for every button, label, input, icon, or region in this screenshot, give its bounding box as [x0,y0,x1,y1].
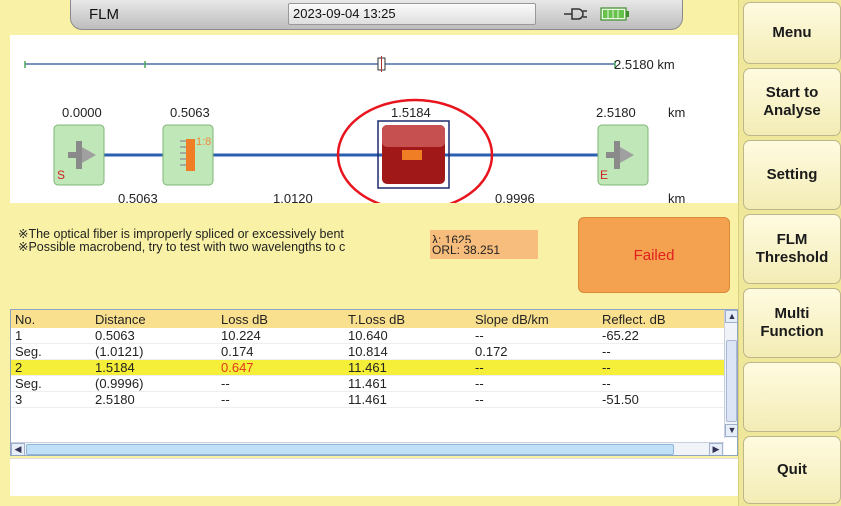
position-label: 0.5063 [170,105,210,120]
table-cell: -- [471,375,598,392]
start-marker: S [57,168,65,182]
table-cell: 11.461 [344,391,471,408]
column-header[interactable]: T.Loss dB [344,310,471,328]
column-header[interactable]: Distance [91,310,217,328]
table-cell: -65.22 [598,328,724,344]
table-cell: -- [598,359,724,376]
table-cell: -- [471,328,598,344]
column-header[interactable]: Loss dB [217,310,344,328]
table-cell: 3 [11,391,91,408]
table-cell: 0.5063 [91,328,217,344]
segment-label: 0.9996 [495,191,535,206]
plug-icon [564,8,587,20]
table-cell: 1 [11,328,91,344]
table-cell-fault-loss: 0.647 [217,359,344,376]
table-cell: Seg. [11,343,91,360]
quit-button[interactable]: Quit [743,436,841,504]
table-cell: 11.461 [344,375,471,392]
side-menu: Menu Start to Analyse Setting FLM Thresh… [738,0,841,506]
table-cell: -- [471,359,598,376]
table-row-selected[interactable]: 2 1.5184 0.647 11.461 -- -- [11,359,724,376]
event-table-grid: No. Distance Loss dB T.Loss dB Slope dB/… [11,310,724,408]
end-marker: E [600,168,608,182]
orl-label: ORL: 38.251 [430,243,538,259]
table-cell: -- [598,343,724,360]
table-cell: Seg. [11,375,91,392]
table-cell: -51.50 [598,391,724,408]
table-cell: 2.5180 [91,391,217,408]
table-cell: 10.224 [217,328,344,344]
column-header[interactable]: No. [11,310,91,328]
setting-button[interactable]: Setting [743,140,841,210]
multi-function-button[interactable]: Multi Function [743,288,841,358]
table-cell: 11.461 [344,359,471,376]
end-event-icon: E [597,124,649,186]
table-cell: 0.174 [217,343,344,360]
scroll-right-icon[interactable]: ▶ [709,443,723,455]
horizontal-scroll-thumb[interactable] [26,444,674,455]
datetime-display: 2023-09-04 13:25 [288,3,536,25]
fault-event-icon [377,120,450,189]
title-bar: FLM 2023-09-04 13:25 [70,0,683,30]
splitter-ratio-label: 1:8 [196,136,211,148]
column-header[interactable]: Reflect. dB [598,310,724,328]
event-table: No. Distance Loss dB T.Loss dB Slope dB/… [10,309,738,456]
diagnosis-line: ※Possible macrobend, try to test with tw… [18,240,346,254]
vertical-scroll-thumb[interactable] [726,340,737,422]
status-failed-box: Failed [578,217,730,293]
table-header-row: No. Distance Loss dB T.Loss dB Slope dB/… [11,310,724,328]
table-row[interactable]: Seg. (1.0121) 0.174 10.814 0.172 -- [11,343,724,360]
link-map-panel: S 1:8 E 2.5180 km 0.0000 0.5063 1.5184 2… [10,35,738,206]
scroll-up-icon[interactable]: ▲ [725,310,737,323]
position-unit-label: km [668,105,686,120]
table-row[interactable]: Seg. (0.9996) -- 11.461 -- -- [11,375,724,392]
start-event-icon: S [53,124,105,186]
table-cell: -- [598,375,724,392]
column-header[interactable]: Slope dB/km [471,310,598,328]
total-length-label: 2.5180 km [614,57,675,72]
segment-unit-label: km [668,191,686,206]
table-cell: -- [217,375,344,392]
battery-icon [600,7,629,21]
empty-menu-button[interactable] [743,362,841,432]
table-row[interactable]: 1 0.5063 10.224 10.640 -- -65.22 [11,328,724,344]
table-row[interactable]: 3 2.5180 -- 11.461 -- -51.50 [11,391,724,408]
start-analyse-button[interactable]: Start to Analyse [743,68,841,136]
menu-button[interactable]: Menu [743,2,841,64]
table-cell: 1.5184 [91,359,217,376]
table-cell: (1.0121) [91,343,217,360]
table-cell: 10.640 [344,328,471,344]
horizontal-scrollbar[interactable]: ◀ ▶ [11,442,724,455]
table-cell: -- [471,391,598,408]
table-cell: -- [217,391,344,408]
position-label: 1.5184 [391,105,431,120]
app-title: FLM [89,6,119,23]
splitter-icon: 1:8 [162,124,214,186]
table-cell: 0.172 [471,343,598,360]
position-label: 0.0000 [62,105,102,120]
status-strip [10,458,738,496]
segment-label: 0.5063 [118,191,158,206]
message-area: ※The optical fiber is improperly spliced… [10,205,738,300]
scroll-left-icon[interactable]: ◀ [11,443,25,455]
segment-label: 1.0120 [273,191,313,206]
scroll-down-icon[interactable]: ▼ [725,424,737,437]
position-label: 2.5180 [596,105,636,120]
flm-threshold-button[interactable]: FLM Threshold [743,214,841,284]
table-cell: 10.814 [344,343,471,360]
vertical-scrollbar[interactable]: ▲ ▼ [724,310,737,438]
table-cell: 2 [11,359,91,376]
table-cell: (0.9996) [91,375,217,392]
